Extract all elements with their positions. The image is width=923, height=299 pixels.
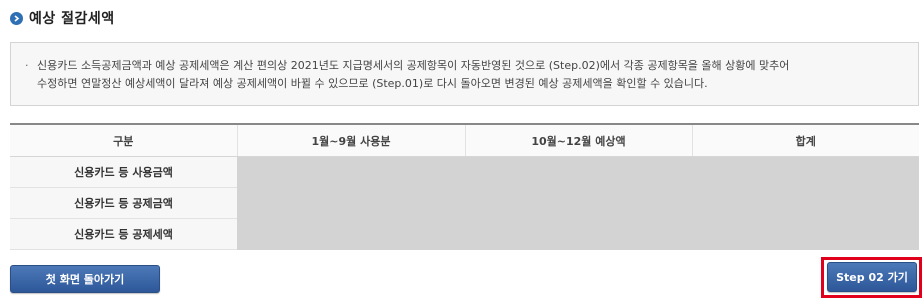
notice-bullet: · bbox=[25, 59, 29, 72]
column-header-total: 합계 bbox=[691, 123, 919, 157]
row-label-usage-amount: 신용카드 등 사용금액 bbox=[10, 156, 237, 188]
row-label-deduction-amount: 신용카드 등 공제금액 bbox=[10, 187, 237, 219]
notice-line-1: 신용카드 소득공제금액과 예상 공제세액은 계산 편의상 2021년도 지급명세… bbox=[37, 59, 790, 72]
cell-tax-credit-total bbox=[692, 218, 919, 250]
column-header-jan-sep: 1월~9월 사용분 bbox=[236, 123, 465, 157]
cell-deduction-jan-sep bbox=[237, 187, 465, 219]
deduction-summary-table: 구분 1월~9월 사용분 10월~12월 예상액 합계 신용카드 등 사용금액 … bbox=[10, 123, 919, 250]
column-header-oct-dec: 10월~12월 예상액 bbox=[464, 123, 692, 157]
table-row: 신용카드 등 공제세액 bbox=[10, 218, 919, 250]
cell-deduction-total bbox=[692, 187, 919, 219]
table-header-row: 구분 1월~9월 사용분 10월~12월 예상액 합계 bbox=[10, 123, 919, 157]
table-row: 신용카드 등 공제금액 bbox=[10, 187, 919, 219]
column-header-category: 구분 bbox=[10, 123, 237, 157]
back-to-home-button[interactable]: 첫 화면 돌아가기 bbox=[10, 265, 160, 293]
row-label-tax-credit: 신용카드 등 공제세액 bbox=[10, 218, 237, 250]
arrow-right-circle-icon bbox=[10, 11, 23, 25]
cell-tax-credit-oct-dec bbox=[465, 218, 692, 250]
notice-line-2: 수정하면 연말정산 예상세액이 달라져 예상 공제세액이 바뀔 수 있으므로 (… bbox=[37, 77, 708, 90]
cell-usage-total bbox=[692, 156, 919, 188]
section-title: 예상 절감세액 bbox=[29, 11, 115, 27]
notice-box: · 신용카드 소득공제금액과 예상 공제세액은 계산 편의상 2021년도 지급… bbox=[10, 42, 919, 106]
cell-deduction-oct-dec bbox=[465, 187, 692, 219]
table-row: 신용카드 등 사용금액 bbox=[10, 156, 919, 188]
cell-usage-jan-sep bbox=[237, 156, 465, 188]
cell-tax-credit-jan-sep bbox=[237, 218, 465, 250]
cell-usage-oct-dec bbox=[465, 156, 692, 188]
section-header: 예상 절감세액 bbox=[10, 8, 115, 28]
go-to-step2-button[interactable]: Step 02 가기 bbox=[827, 262, 917, 292]
